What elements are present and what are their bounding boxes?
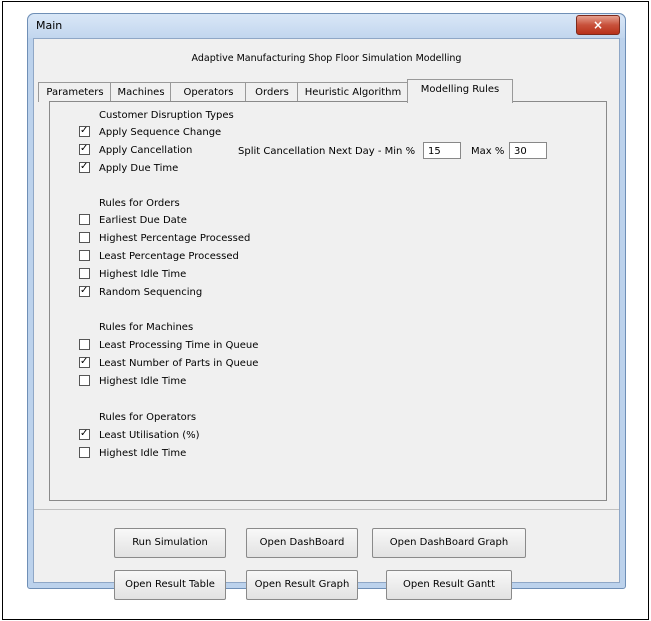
open-result-table-button[interactable]: Open Result Table xyxy=(114,570,226,600)
checkmark-icon[interactable] xyxy=(79,144,90,155)
tab-heuristic-algorithm[interactable]: Heuristic Algorithm xyxy=(297,82,409,102)
dialog-client-area: Adaptive Manufacturing Shop Floor Simula… xyxy=(33,38,620,600)
max-percent-input[interactable]: 30 xyxy=(509,142,547,159)
cb-apply-cancellation[interactable]: Apply Cancellation xyxy=(79,144,192,157)
min-percent-input[interactable]: 15 xyxy=(423,142,461,159)
checkmark-icon[interactable] xyxy=(79,250,90,261)
cb-least-number-of-parts[interactable]: Least Number of Parts in Queue xyxy=(79,357,258,370)
cb-operators-highest-idle-time[interactable]: Highest Idle Time xyxy=(79,447,186,460)
open-result-graph-button[interactable]: Open Result Graph xyxy=(246,570,358,600)
cb-random-sequencing[interactable]: Random Sequencing xyxy=(79,286,202,299)
divider xyxy=(34,509,619,510)
machines-header: Rules for Machines xyxy=(99,322,194,333)
checkmark-icon[interactable] xyxy=(79,375,90,386)
orders-header: Rules for Orders xyxy=(99,198,180,209)
cb-orders-highest-idle-time[interactable]: Highest Idle Time xyxy=(79,268,186,281)
close-button[interactable]: × xyxy=(576,15,620,35)
tab-machines[interactable]: Machines xyxy=(110,82,172,102)
checkmark-icon[interactable] xyxy=(79,447,90,458)
run-simulation-button[interactable]: Run Simulation xyxy=(114,528,226,558)
cb-earliest-due-date[interactable]: Earliest Due Date xyxy=(79,214,187,227)
cb-highest-percentage-processed[interactable]: Highest Percentage Processed xyxy=(79,232,250,245)
cb-least-processing-time[interactable]: Least Processing Time in Queue xyxy=(79,339,258,352)
checkmark-icon[interactable] xyxy=(79,214,90,225)
tab-modelling-rules[interactable]: Modelling Rules xyxy=(407,79,513,103)
app-title: Adaptive Manufacturing Shop Floor Simula… xyxy=(191,53,462,64)
split-cancellation-label: Split Cancellation Next Day - Min % xyxy=(238,146,416,157)
open-result-gantt-button[interactable]: Open Result Gantt xyxy=(386,570,512,600)
checkmark-icon[interactable] xyxy=(79,232,90,243)
checkmark-icon[interactable] xyxy=(79,339,90,350)
checkmark-icon[interactable] xyxy=(79,357,90,368)
tab-orders[interactable]: Orders xyxy=(245,82,299,102)
modelling-rules-panel: Customer Disruption Types Apply Sequence… xyxy=(49,101,607,501)
operators-header: Rules for Operators xyxy=(99,412,197,423)
cb-least-percentage-processed[interactable]: Least Percentage Processed xyxy=(79,250,239,263)
cb-apply-sequence-change[interactable]: Apply Sequence Change xyxy=(79,126,221,139)
checkmark-icon[interactable] xyxy=(79,286,90,297)
checkmark-icon[interactable] xyxy=(79,268,90,279)
checkmark-icon[interactable] xyxy=(79,126,90,137)
cb-least-utilisation[interactable]: Least Utilisation (%) xyxy=(79,429,200,442)
cb-machines-highest-idle-time[interactable]: Highest Idle Time xyxy=(79,375,186,388)
open-dashboard-graph-button[interactable]: Open DashBoard Graph xyxy=(372,528,526,558)
open-dashboard-button[interactable]: Open DashBoard xyxy=(246,528,358,558)
tab-parameters[interactable]: Parameters xyxy=(38,82,112,102)
tab-operators[interactable]: Operators xyxy=(170,82,247,102)
max-percent-label: Max % xyxy=(471,146,505,157)
title-bar[interactable]: Main × xyxy=(28,14,625,38)
main-dialog: Main × Adaptive Manufacturing Shop Floor… xyxy=(27,13,626,600)
checkmark-icon[interactable] xyxy=(79,429,90,440)
cb-apply-due-time[interactable]: Apply Due Time xyxy=(79,162,178,175)
disruption-header: Customer Disruption Types xyxy=(99,110,234,121)
close-icon: × xyxy=(592,18,604,32)
checkmark-icon[interactable] xyxy=(79,162,90,173)
window-title: Main xyxy=(36,19,63,32)
